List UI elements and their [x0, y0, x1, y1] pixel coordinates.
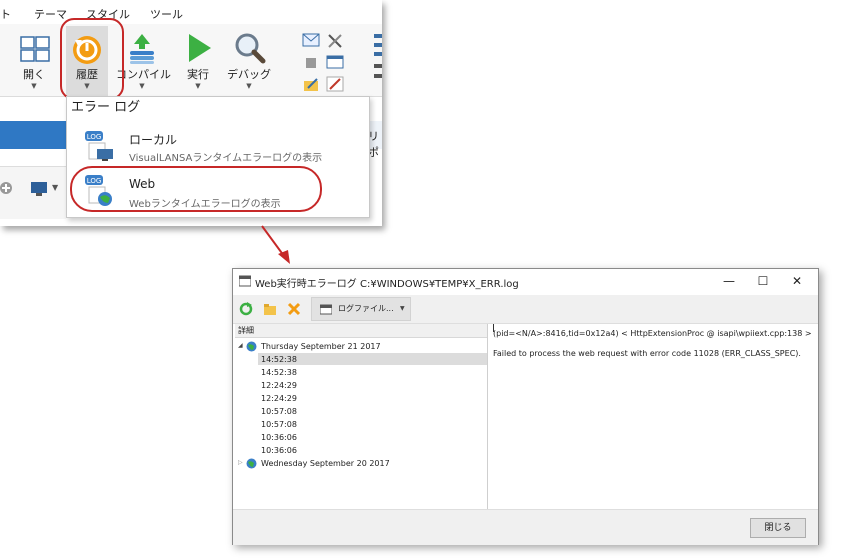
tree-date-node[interactable]: Wednesday September 20 2017: [261, 459, 390, 468]
ribbon-body: 開く ▼ 履歴 ▼ コンパイル ▼ 実行 ▼ デバッグ ▼: [0, 24, 382, 97]
tools-icon[interactable]: [326, 32, 344, 48]
local-log-title: ローカル: [129, 133, 178, 147]
detail-line-2: Failed to process the web request with e…: [493, 349, 801, 358]
debug-button-label: デバッグ: [227, 68, 271, 81]
chevron-down-icon: ▼: [31, 82, 37, 90]
local-log-subtitle: VisualLANSAランタイムエラーログの表示: [129, 153, 323, 164]
web-item-highlight: [70, 166, 322, 212]
tree-date-node[interactable]: Thursday September 21 2017: [261, 342, 381, 351]
tree-time-label: 10:36:06: [261, 433, 297, 442]
globe-icon: [246, 341, 257, 352]
history-button-highlight: [60, 18, 124, 100]
folder-icon[interactable]: [263, 302, 277, 316]
refresh-icon[interactable]: [239, 302, 253, 316]
svg-text:LOG: LOG: [87, 133, 102, 141]
log-tree-pane: 詳細 ◢ Thursday September 21 2017 14:52:38…: [235, 324, 488, 520]
chevron-down-icon[interactable]: ▼: [52, 183, 58, 192]
puzzle-icon[interactable]: [302, 54, 320, 70]
dialog-toolbar: ログファイル... ▼: [233, 295, 818, 324]
list-lines-icon: [374, 34, 382, 78]
tree-time-item[interactable]: 14:52:38: [258, 366, 487, 378]
tree-time-label: 12:24:29: [261, 394, 297, 403]
mail-icon[interactable]: [302, 32, 320, 48]
close-window-button[interactable]: ✕: [787, 273, 807, 289]
log-file-label: ログファイル...: [338, 304, 394, 313]
tree-time-item[interactable]: 14:52:38: [258, 353, 487, 365]
dialog-footer: 閉じる: [233, 509, 818, 545]
tree-time-label: 10:57:08: [261, 420, 297, 429]
close-button[interactable]: 閉じる: [750, 518, 806, 538]
delete-icon[interactable]: [287, 302, 301, 316]
repository-tab-label[interactable]: リポ: [368, 128, 382, 160]
compile-stack-icon: [130, 34, 154, 64]
small-tools-group: [300, 30, 350, 96]
tree-time-item[interactable]: 10:36:06: [258, 431, 487, 443]
log-window-icon: [239, 275, 251, 287]
ribbon-tab-bar: ト テーマ スタイル ツール: [0, 0, 382, 24]
dialog-titlebar[interactable]: Web実行時エラーログ C:¥WINDOWS¥TEMP¥X_ERR.log — …: [233, 269, 818, 295]
play-icon: [189, 34, 211, 62]
chevron-down-icon: ▼: [246, 82, 252, 90]
local-log-icon: LOG: [85, 131, 113, 161]
debug-button[interactable]: デバッグ ▼: [226, 26, 272, 96]
chevron-down-icon: ▼: [400, 305, 405, 312]
add-circle-icon[interactable]: [0, 181, 14, 195]
tree-time-item[interactable]: 12:24:29: [258, 392, 487, 404]
run-button-label: 実行: [187, 68, 209, 81]
tree-time-item[interactable]: 10:57:08: [258, 405, 487, 417]
ribbon-tab-theme[interactable]: テーマ: [34, 6, 67, 22]
globe-icon: [246, 458, 257, 469]
tree-time-label: 14:52:38: [261, 368, 297, 377]
dialog-title: Web実行時エラーログ C:¥WINDOWS¥TEMP¥X_ERR.log: [255, 279, 519, 290]
secondary-toolbar: ▼: [0, 166, 66, 219]
edit-folder-icon[interactable]: [302, 76, 320, 92]
tree-time-label: 10:36:06: [261, 446, 297, 455]
open-button-label: 開く: [23, 68, 45, 81]
log-window-icon: [320, 304, 332, 315]
tree-time-item[interactable]: 12:24:29: [258, 379, 487, 391]
open-button[interactable]: 開く ▼: [14, 34, 54, 96]
monitor-icon[interactable]: [30, 181, 48, 197]
dropdown-header: エラー ログ: [71, 100, 141, 115]
ribbon-tab-partial[interactable]: ト: [0, 6, 11, 22]
local-log-item[interactable]: LOG ローカル VisualLANSAランタイムエラーログの表示: [69, 125, 367, 165]
chevron-down-icon: ▼: [195, 82, 201, 90]
log-file-dropdown-button[interactable]: ログファイル... ▼: [311, 297, 411, 321]
expand-arrow-icon[interactable]: ◢: [238, 342, 243, 349]
pencil-icon[interactable]: [326, 76, 344, 92]
tree-time-label: 14:52:38: [261, 355, 297, 364]
tree-time-label: 12:24:29: [261, 381, 297, 390]
tree-time-item[interactable]: 10:36:06: [258, 444, 487, 456]
maximize-button[interactable]: ☐: [753, 273, 773, 289]
log-detail-pane: (pid=<N/A>:8416,tid=0x12a4) < HttpExtens…: [491, 324, 815, 520]
run-button[interactable]: 実行 ▼: [178, 26, 218, 96]
minimize-button[interactable]: —: [719, 273, 739, 289]
detail-line-1: (pid=<N/A>:8416,tid=0x12a4) < HttpExtens…: [493, 329, 812, 338]
tree-time-item[interactable]: 10:57:08: [258, 418, 487, 430]
tree-time-label: 10:57:08: [261, 407, 297, 416]
details-column-header[interactable]: 詳細: [235, 324, 487, 338]
magnifier-icon: [235, 33, 266, 64]
window-icon[interactable]: [326, 54, 344, 70]
ribbon-tab-tools[interactable]: ツール: [150, 6, 183, 22]
web-error-log-dialog: Web実行時エラーログ C:¥WINDOWS¥TEMP¥X_ERR.log — …: [232, 268, 819, 545]
window-layout-icon: [20, 36, 50, 62]
arrow-icon: [261, 225, 290, 264]
collapse-arrow-icon[interactable]: ▷: [238, 459, 243, 466]
